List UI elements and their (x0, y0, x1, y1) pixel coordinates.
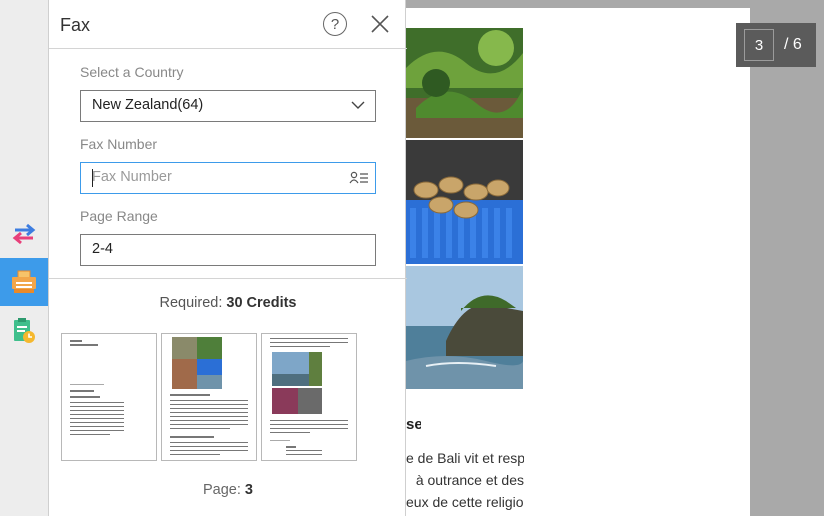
divider (49, 278, 407, 279)
current-page-input[interactable]: 3 (744, 29, 774, 61)
required-label: Required: (159, 295, 223, 311)
page-range-label: Page Range (80, 208, 158, 224)
country-label: Select a Country (80, 64, 184, 80)
panel-header: Fax ? (49, 0, 407, 49)
fax-panel: Fax ? Select a Country New Zealand(64) F… (48, 0, 407, 516)
contacts-icon[interactable] (349, 171, 369, 185)
fax-icon (12, 270, 36, 293)
document-text-line: e de Bali vit et respire (406, 450, 524, 466)
document-photo-jungle (406, 28, 523, 138)
page-total: / 6 (784, 36, 802, 53)
panel-title: Fax (60, 15, 91, 35)
page-indicator-label: Page: (202, 482, 241, 498)
clipboard-clock-icon (14, 318, 35, 343)
chevron-down-icon (351, 101, 365, 109)
required-value: 30 Credits (226, 295, 297, 311)
document-text-line: eux de cette religion (406, 494, 524, 510)
document-heading: se (406, 416, 421, 433)
page-range-value: 2-4 (92, 241, 113, 257)
close-button[interactable] (369, 13, 391, 35)
close-icon (371, 15, 389, 33)
fax-number-placeholder: Fax Number (92, 169, 172, 185)
fax-number-label: Fax Number (80, 136, 158, 152)
question-circle-icon: ? (330, 15, 340, 33)
page-indicator-value: 3 (244, 482, 253, 498)
required-credits: Required: 30 Credits (49, 295, 407, 311)
convert-arrows-icon (12, 223, 36, 245)
page-counter: 3 / 6 (736, 23, 816, 67)
left-toolbar (0, 0, 48, 516)
document-photo-market (406, 140, 523, 264)
help-button[interactable]: ? (323, 12, 347, 36)
text-caret (92, 169, 93, 187)
page-thumbnail[interactable] (161, 333, 257, 461)
document-page: se e de Bali vit et respire à outrance e… (406, 8, 750, 516)
page-thumbnail[interactable] (261, 333, 357, 461)
page-indicator: Page: 3 (49, 482, 407, 498)
page-thumbnail[interactable] (61, 333, 157, 461)
convert-button[interactable] (0, 210, 48, 258)
fax-number-input[interactable]: Fax Number (80, 162, 376, 194)
document-text-line: à outrance et des (415, 472, 524, 488)
country-select[interactable]: New Zealand(64) (80, 90, 376, 122)
document-photo-sea-temple (406, 266, 523, 389)
fax-button[interactable] (0, 258, 48, 306)
country-value: New Zealand(64) (92, 97, 204, 113)
scheduled-button[interactable] (0, 306, 48, 354)
page-range-input[interactable]: 2-4 (80, 234, 376, 266)
